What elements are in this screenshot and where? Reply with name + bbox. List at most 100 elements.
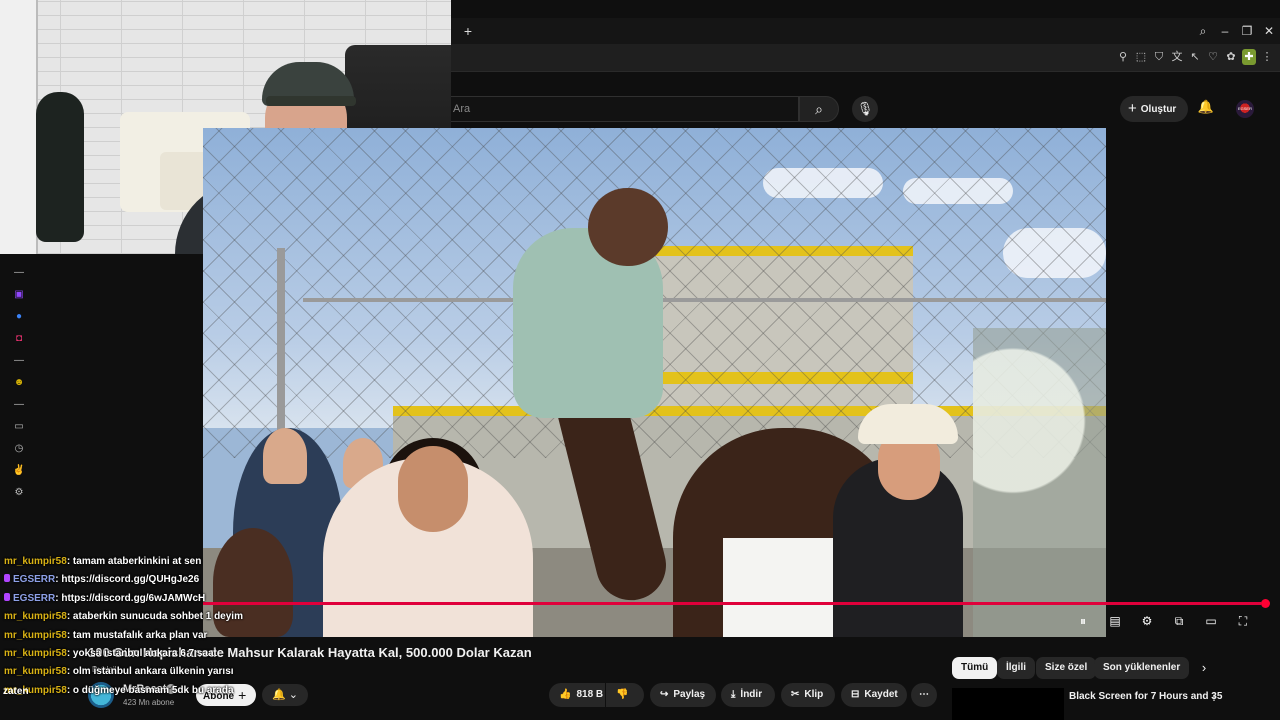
close-icon[interactable]: ✕ [1262, 22, 1276, 40]
progress-scrubber[interactable] [1261, 599, 1270, 608]
new-tab-icon[interactable]: + [459, 22, 477, 40]
search-box [451, 96, 799, 122]
mic-badge-icon [4, 592, 10, 601]
bystander-head [263, 428, 307, 484]
more-vert-icon[interactable]: ⋮ [1260, 49, 1274, 65]
screen: + ⌕ – ❐ ✕ ⚲ ⬚ ⛉ 文 ↖ ♡ ✿ ✚ ⋮ ⌕ 🎙 +Oluştur… [0, 0, 1280, 720]
clock-icon: ◷ [14, 443, 24, 454]
translate-icon[interactable]: 文 [1170, 49, 1184, 65]
messenger-icon: ● [15, 311, 23, 322]
chip-recently-uploaded[interactable]: Son yüklenenler [1094, 657, 1190, 679]
guitar-case [36, 92, 84, 242]
chevron-right-icon[interactable]: › [1196, 660, 1212, 678]
account-avatar[interactable]: EGSER [1236, 100, 1254, 118]
baby-head [588, 188, 668, 266]
cursor-icon[interactable]: ↖ [1188, 49, 1202, 65]
cap-bill [266, 96, 356, 106]
extension-icons: ⚲ ⬚ ⛉ 文 ↖ ♡ ✿ ✚ ⋮ [1116, 49, 1274, 65]
chat-username: mr_kumpir58 [4, 629, 67, 641]
voice-search-button[interactable]: 🎙 [852, 96, 878, 122]
fox-icon[interactable]: ✿ [1224, 49, 1238, 65]
chip-for-you[interactable]: Size özel [1036, 657, 1097, 679]
player-controls: ⏸ ▤ ⚙ ⧉ ▭ ⛶ [1074, 610, 1264, 632]
notification-bell-button[interactable]: 🔔 ⌄ [262, 684, 308, 706]
notifications-bell-icon[interactable]: 🔔 [1197, 99, 1215, 119]
search-icon[interactable]: ⌕ [1196, 22, 1210, 40]
emoji-icon: ☻ [13, 377, 25, 388]
chevron-down-icon: ⌄ [288, 689, 298, 701]
pin-icon[interactable]: ⚲ [1116, 49, 1130, 65]
search-icon: ⌕ [815, 101, 823, 117]
extension-green-icon[interactable]: ✚ [1242, 49, 1256, 65]
side-icon-bar: — ▣ ● ◘ — ☻ — ▭ ◷ ✌ ⚙ [10, 262, 28, 504]
plus-icon: + [1128, 100, 1137, 117]
chat-message: EGSERR: https://discord.gg/QUHgJe26 [4, 574, 199, 585]
dislike-button[interactable]: 👎 [606, 683, 644, 707]
theater-mode-icon[interactable]: ▭ [1202, 612, 1220, 630]
share-icon: ↪ [660, 689, 669, 700]
clip-button[interactable]: ✂ Klip [781, 683, 835, 707]
woman-face [398, 446, 468, 532]
window-controls: ⌕ – ❐ ✕ [1196, 22, 1276, 40]
save-button[interactable]: ⊟ Kaydet [841, 683, 907, 707]
chat-message: mr_kumpir58: olm istanbul ankara ülkenin… [4, 666, 234, 677]
chat-text: : yoksa istanbul ankara 6 7 saat [66, 648, 217, 659]
chat-text: : tam mustafalık arka plan var [66, 629, 208, 641]
create-button[interactable]: + Oluştur [1120, 96, 1188, 122]
more-vert-icon[interactable]: ⋮ [1208, 690, 1220, 706]
create-label: Oluştur [1140, 104, 1177, 115]
download-button[interactable]: ⤓ İndir [721, 683, 775, 707]
share-button[interactable]: ↪ Paylaş [650, 683, 716, 707]
instagram-icon: ◘ [15, 333, 23, 344]
shield-icon[interactable]: ⛉ [1152, 49, 1166, 65]
chat-message: mr_kumpir58: tam mustafalık arka plan va… [4, 630, 207, 641]
search-input[interactable] [453, 97, 783, 121]
money-shower [973, 328, 1106, 637]
miniplayer-icon[interactable]: ⧉ [1170, 612, 1188, 630]
chat-username: EGSERR [13, 574, 56, 586]
mic-badge-icon [4, 574, 10, 583]
chat-overlay: mr_kumpir58: tamam ataberkinkini at sen E… [4, 556, 244, 720]
chat-text: : https://discord.gg/6wJAMWcH [55, 592, 206, 604]
chat-username: mr_kumpir58 [4, 666, 67, 678]
fullscreen-icon[interactable]: ⛶ [1234, 612, 1252, 630]
more-actions-button[interactable]: ⋯ [911, 683, 937, 707]
thumbs-down-icon: 👎 [616, 689, 629, 700]
screenshot-icon[interactable]: ⬚ [1134, 49, 1148, 65]
keyboard-icon: ▭ [14, 421, 24, 432]
chat-message: mr_kumpir58: o düğmeye basmam 5dk bu ara… [4, 685, 234, 696]
thumbs-up-icon: 👍 [559, 689, 572, 700]
chip-related[interactable]: İlgili [997, 657, 1035, 679]
scissors-icon: ✂ [791, 689, 800, 700]
browser-titlebar: + ⌕ – ❐ ✕ [451, 18, 1280, 44]
divider: — [14, 399, 24, 410]
search-button[interactable]: ⌕ [799, 96, 839, 122]
restore-icon[interactable]: ❐ [1240, 22, 1254, 40]
divider: — [14, 355, 24, 366]
chat-text: : o düğmeye basmam 5dk bu arada [66, 684, 234, 696]
chat-text: : ataberkin sunucuda sohbet 1 deyim [66, 611, 243, 623]
youtube-masthead: ⌕ 🎙 +Oluştur 🔔 EGSER [451, 90, 1280, 128]
divider: — [14, 267, 24, 278]
chat-message: mr_kumpir58: tamam ataberkinkini at sen [4, 556, 201, 567]
autoplay-toggle-icon[interactable]: ⏸ [1074, 612, 1092, 630]
subtitles-icon[interactable]: ▤ [1106, 612, 1124, 630]
minimize-icon[interactable]: – [1218, 22, 1232, 40]
browser-toolbar: ⚲ ⬚ ⛉ 文 ↖ ♡ ✿ ✚ ⋮ [451, 44, 1280, 72]
video-player[interactable] [203, 128, 1106, 637]
more-horiz-icon: ⋯ [919, 689, 929, 700]
chat-text: : https://discord.gg/QUHgJe26 [55, 574, 200, 586]
progress-bar[interactable] [203, 602, 1261, 605]
chat-username: mr_kumpir58 [4, 611, 67, 623]
recommendation-thumbnail[interactable] [952, 688, 1064, 720]
settings-icon: ⚙ [14, 487, 24, 498]
settings-icon[interactable]: ⚙ [1138, 612, 1156, 630]
chat-continuation: zaten [3, 686, 29, 697]
bell-icon: 🔔 [272, 689, 286, 701]
chip-all[interactable]: Tümü [952, 657, 998, 679]
recommendation-title[interactable]: Black Screen for 7 Hours and 35 [1069, 691, 1222, 702]
heart-icon[interactable]: ♡ [1206, 49, 1220, 65]
download-icon: ⤓ [731, 689, 736, 700]
bookmark-icon: ⊟ [851, 689, 860, 700]
like-button[interactable]: 👍 818 B [549, 683, 605, 707]
